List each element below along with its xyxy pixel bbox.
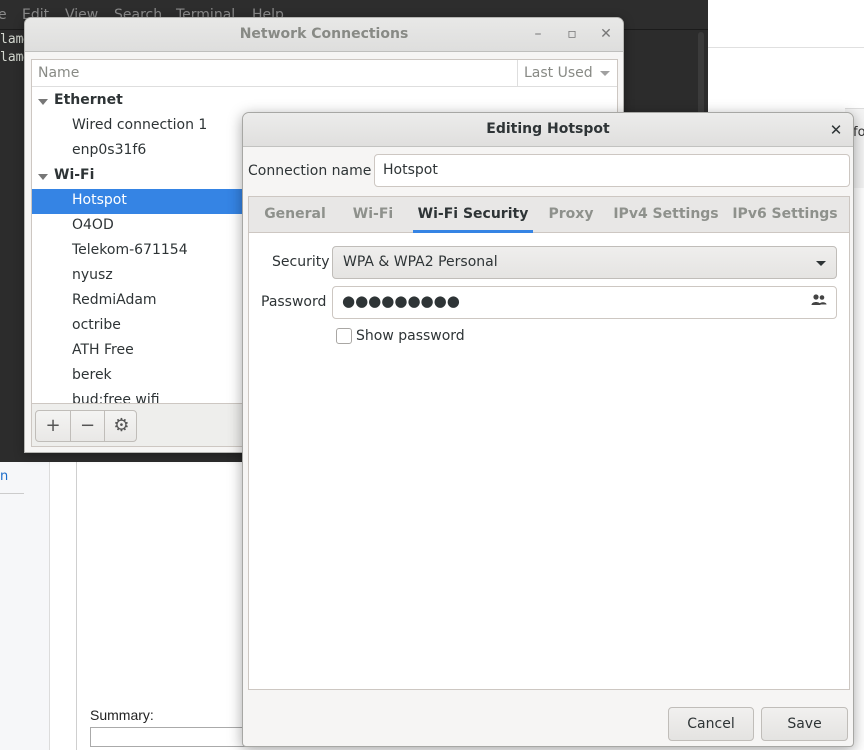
show-password-checkbox[interactable] [336,328,352,344]
background-link[interactable]: n [0,469,8,484]
settings-gear-icon[interactable]: ⚙ [104,411,136,441]
network-connections-titlebar: Network Connections – ▫ ✕ [25,18,623,52]
column-last-used-header[interactable]: Last Used [517,60,617,87]
tab-proxy[interactable]: Proxy [541,197,601,233]
settings-notebook: General Wi-Fi Wi-Fi Security Proxy IPv4 … [248,196,850,690]
chevron-down-icon [816,261,826,266]
minimize-icon[interactable]: – [528,24,548,44]
show-password-label[interactable]: Show password [356,328,465,344]
password-value: ●●●●●●●●● [342,292,460,310]
connection-label: Hotspot [72,192,127,208]
tab-wifi[interactable]: Wi-Fi [341,197,405,233]
tab-ipv6-settings[interactable]: IPv6 Settings [729,197,841,233]
cancel-button[interactable]: Cancel [668,707,754,741]
connection-label: ATH Free [72,342,134,358]
tab-bar: General Wi-Fi Wi-Fi Security Proxy IPv4 … [249,197,849,233]
summary-input[interactable] [90,727,250,747]
connection-label: RedmiAdam [72,292,157,308]
close-icon[interactable]: ✕ [826,120,846,140]
background-right-panel [708,0,864,108]
password-label: Password [261,294,327,310]
dialog-title: Editing Hotspot [486,121,610,137]
connection-label: Telekom-671154 [72,242,188,258]
users-icon[interactable] [811,293,829,311]
group-label: Wi-Fi [54,167,95,183]
column-name-header[interactable]: Name [38,65,79,81]
background-sidebar: n [0,453,50,750]
expander-icon[interactable] [38,99,48,105]
terminal-menu-partial[interactable]: e [0,7,7,23]
connection-label: berek [72,367,112,383]
connection-label: enp0s31f6 [72,142,147,158]
password-input[interactable]: ●●●●●●●●● [332,286,837,319]
editing-hotspot-dialog: Editing Hotspot ✕ Connection name Hotspo… [242,112,854,747]
expander-icon[interactable] [38,174,48,180]
remove-connection-button[interactable]: − [70,411,104,441]
connection-label: O4OD [72,217,114,233]
dialog-titlebar: Editing Hotspot ✕ [243,113,853,147]
tab-ipv4-settings[interactable]: IPv4 Settings [611,197,721,233]
connection-label: bud:free wifi [72,392,160,404]
connection-label: octribe [72,317,121,333]
connection-label: Wired connection 1 [72,117,208,133]
list-header: Name Last Used [32,60,617,87]
connection-name-input[interactable]: Hotspot [374,154,850,187]
security-select[interactable]: WPA & WPA2 Personal [332,246,837,279]
add-connection-button[interactable]: + [36,411,70,441]
column-last-used-label: Last Used [524,65,593,81]
sort-down-icon [600,71,610,76]
save-button[interactable]: Save [761,707,848,741]
connection-label: nyusz [72,267,113,283]
security-label: Security [272,254,330,270]
security-value: WPA & WPA2 Personal [343,254,498,270]
tab-general[interactable]: General [249,197,341,233]
toolbar-button-group: + − ⚙ [35,410,137,442]
connection-name-label: Connection name [248,163,372,179]
close-icon[interactable]: ✕ [596,24,616,44]
tab-wifi-security[interactable]: Wi-Fi Security [413,197,533,233]
group-label: Ethernet [54,92,123,108]
group-ethernet[interactable]: Ethernet [32,89,617,114]
maximize-icon[interactable]: ▫ [562,24,582,44]
summary-label: Summary: [90,707,154,723]
background-fragment-text: fo [853,125,864,140]
